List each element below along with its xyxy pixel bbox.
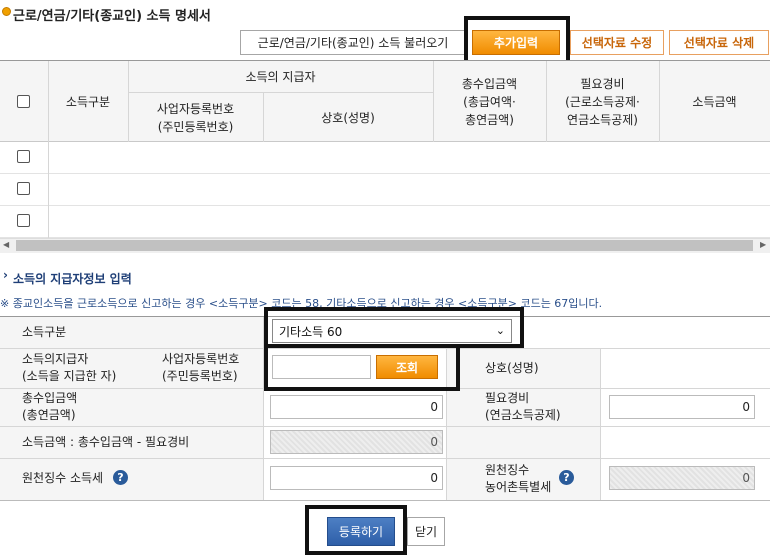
- withholding-tax-input[interactable]: 0: [270, 466, 443, 490]
- col-income-amount: 소득금액: [692, 94, 737, 109]
- section-arrow-icon: ›: [3, 268, 8, 282]
- withholding-tax-label: 원천징수 소득세: [22, 471, 104, 485]
- rural-tax-label: 원천징수 농어촌특별세: [485, 463, 552, 494]
- col-biz-no: 사업자등록번호 (주민등록번호): [156, 101, 235, 134]
- edit-selected-button[interactable]: 선택자료 수정: [570, 30, 664, 55]
- col-income-type: 소득구분: [65, 94, 111, 109]
- select-all-checkbox[interactable]: [17, 95, 30, 108]
- expense-label: 필요경비 (연금소득공제): [485, 391, 561, 422]
- table-row: [0, 206, 770, 238]
- title-bullet-icon: [2, 7, 11, 16]
- rural-tax-help-icon[interactable]: ?: [559, 470, 574, 485]
- scroll-right-icon[interactable]: ▶: [760, 240, 766, 249]
- withholding-help-icon[interactable]: ?: [113, 470, 128, 485]
- total-income-input[interactable]: 0: [270, 395, 443, 419]
- col-payer-group: 소득의 지급자: [245, 69, 316, 84]
- import-income-button[interactable]: 근로/연금/기타(종교인) 소득 불러오기: [240, 30, 466, 55]
- highlight-box: [305, 505, 407, 555]
- col-expense: 필요경비 (근로소득공제· 연금소득공제): [565, 76, 640, 127]
- income-amount-label: 소득금액 : 총수입금액 - 필요경비: [22, 435, 190, 449]
- row-checkbox[interactable]: [17, 182, 30, 195]
- col-total-income: 총수입금액 (총급여액· 총연금액): [461, 76, 518, 127]
- payer-label: 소득의지급자 (소득을 지급한 자): [22, 352, 117, 383]
- delete-selected-button[interactable]: 선택자료 삭제: [669, 30, 769, 55]
- page-title: 근로/연금/기타(종교인) 소득 명세서: [13, 9, 211, 24]
- income-amount-input: 0: [270, 430, 443, 454]
- income-type-label: 소득구분: [22, 325, 67, 339]
- biz-no-label: 사업자등록번호 (주민등록번호): [162, 352, 240, 383]
- table-row: [0, 142, 770, 174]
- rural-tax-input: 0: [609, 466, 755, 490]
- table-row: [0, 174, 770, 206]
- expense-input[interactable]: 0: [609, 395, 755, 419]
- total-income-label: 총수입금액 (총연금액): [22, 391, 78, 422]
- section-title: 소득의 지급자정보 입력: [13, 272, 132, 286]
- name-label: 상호(성명): [485, 361, 539, 375]
- close-button[interactable]: 닫기: [407, 517, 445, 546]
- row-checkbox[interactable]: [17, 150, 30, 163]
- row-checkbox[interactable]: [17, 214, 30, 227]
- highlight-box: [264, 344, 460, 391]
- scrollbar-thumb[interactable]: [16, 240, 753, 251]
- scroll-left-icon[interactable]: ◀: [3, 240, 9, 249]
- col-name: 상호(성명): [321, 110, 375, 125]
- highlight-box: [264, 307, 524, 348]
